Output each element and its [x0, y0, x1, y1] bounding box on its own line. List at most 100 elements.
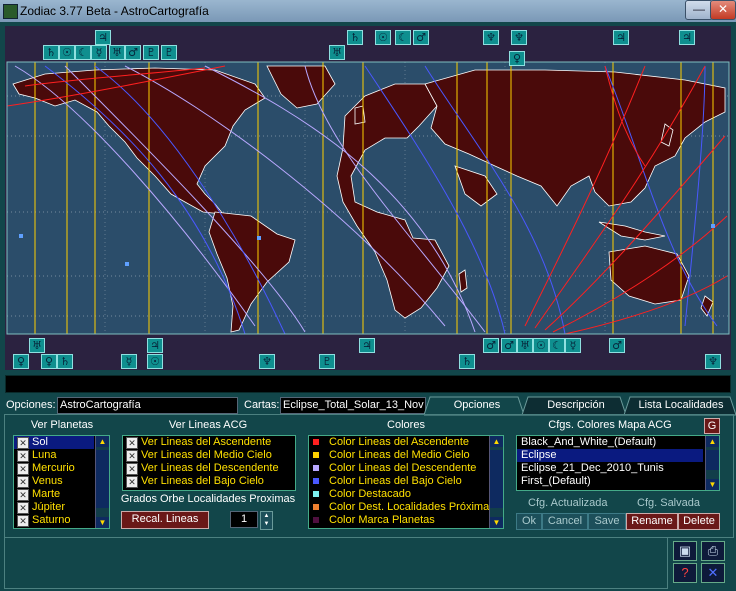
checkbox[interactable]: ✕ — [17, 502, 29, 514]
planet-item[interactable]: ✕ Marte — [14, 488, 94, 501]
checkbox[interactable]: ✕ — [17, 450, 29, 462]
planet-label: Júpiter — [32, 501, 66, 513]
cfg-g-button[interactable]: G — [704, 418, 720, 434]
scroll-down-icon[interactable]: ▼ — [706, 479, 719, 490]
moon-glyph-icon: ☾ — [549, 338, 565, 353]
orbe-stepper[interactable]: ▲ ▼ — [260, 511, 273, 530]
cfg-rename-button[interactable]: Rename — [626, 513, 678, 530]
acg-line-item[interactable]: ✕ Ver Lineas del Bajo Cielo — [123, 475, 293, 488]
neptune-glyph-icon: ♆ — [705, 354, 721, 369]
checkbox[interactable]: ✕ — [126, 476, 138, 488]
acg-line-label: Ver Lineas del Descendente — [141, 462, 279, 474]
tab-lista-localidades[interactable]: Lista Localidades — [628, 397, 734, 414]
world-map[interactable] — [5, 26, 731, 370]
scroll-up-icon[interactable]: ▲ — [706, 436, 719, 447]
color-item[interactable]: Color Lineas del Bajo Cielo — [309, 475, 487, 488]
cfg-label: Eclipse — [521, 449, 557, 461]
saturn-glyph-icon: ♄ — [347, 30, 363, 45]
cancel-x-icon[interactable]: ✕ — [701, 563, 725, 583]
cfg-cancel-button[interactable]: Cancel — [542, 513, 588, 530]
cfg-item[interactable]: Black_And_White_(Default) — [517, 436, 703, 449]
scrollbar[interactable]: ▲ ▼ — [489, 436, 503, 528]
color-item[interactable]: Color Lineas del Medio Cielo — [309, 449, 487, 462]
cfg-status-saved: Cfg. Salvada — [637, 497, 700, 509]
checkbox[interactable]: ✕ — [126, 450, 138, 462]
acg-map-panel: ♃ ♄ ☉ ☾ ☿ ♅ ♂ ♇ ♇ ♅ ♀ ♄ ☉ ☾ ♂ ♆ ♆ ♃ ♃ ♅ ♃ ♃ ♀ ♀ ♄ ☿ ☉ ♂ ♂ ♅ ☉ ☾ ☿ ♂ ♆ ♇ ♄ ♆ — [5, 26, 731, 370]
color-list[interactable]: Color Lineas del Ascendente Color Lineas … — [308, 435, 504, 529]
opciones-field[interactable]: AstroCartografía — [57, 397, 238, 414]
ver-lineas-title: Ver Lineas ACG — [168, 419, 248, 431]
close-button[interactable]: ✕ — [710, 0, 736, 20]
tab-opciones[interactable]: Opciones — [430, 397, 524, 414]
neptune-glyph-icon: ♆ — [483, 30, 499, 45]
sun-glyph-icon: ☉ — [533, 338, 549, 353]
cfg-ok-button[interactable]: Ok — [516, 513, 542, 530]
scroll-thumb[interactable] — [706, 450, 719, 470]
help-icon[interactable]: ? — [673, 563, 697, 583]
checkbox[interactable]: ✕ — [17, 437, 29, 449]
acg-line-item[interactable]: ✕ Ver Lineas del Ascendente — [123, 436, 293, 449]
color-item[interactable]: Color Lineas del Ascendente — [309, 436, 487, 449]
orbe-degrees-input[interactable]: 1 — [230, 511, 258, 528]
cfg-item[interactable]: Eclipse — [517, 449, 703, 462]
planet-item[interactable]: ✕ Luna — [14, 449, 94, 462]
stepper-down-icon[interactable]: ▼ — [261, 520, 272, 528]
color-item[interactable]: Color Dest. Localidades Próximas — [309, 501, 495, 514]
scrollbar[interactable]: ▲ ▼ — [95, 436, 109, 528]
checkbox[interactable]: ✕ — [126, 463, 138, 475]
sun-glyph-icon: ☉ — [375, 30, 391, 45]
planet-item[interactable]: ✕ Venus — [14, 475, 94, 488]
venus-glyph-icon: ♀ — [13, 354, 29, 369]
acg-line-item[interactable]: ✕ Ver Lineas del Medio Cielo — [123, 449, 293, 462]
sun-glyph-icon: ☉ — [59, 45, 75, 60]
checkbox[interactable]: ✕ — [17, 463, 29, 475]
scroll-thumb[interactable] — [96, 450, 109, 508]
color-item[interactable]: Color Marca Planetas — [309, 514, 487, 527]
scroll-down-icon[interactable]: ▼ — [96, 517, 109, 528]
mercury-glyph-icon: ☿ — [565, 338, 581, 353]
acg-line-label: Ver Lineas del Medio Cielo — [141, 449, 272, 461]
planet-item[interactable]: ✕ Mercurio — [14, 462, 94, 475]
color-item[interactable]: Color Destacado — [309, 488, 487, 501]
recalc-lines-button[interactable]: Recal. Lineas — [121, 511, 209, 529]
cfg-item[interactable]: Eclipse_21_Dec_2010_Tunis — [517, 462, 703, 475]
cfg-list[interactable]: Black_And_White_(Default) Eclipse Eclipse_… — [516, 435, 720, 491]
acg-lines-list[interactable]: ✕ Ver Lineas del Ascendente ✕ Ver Lineas de… — [122, 435, 296, 491]
save-disk-icon[interactable]: ▣ — [673, 541, 697, 561]
checkbox[interactable]: ✕ — [17, 515, 29, 527]
cfg-save-button[interactable]: Save — [588, 513, 626, 530]
stepper-up-icon[interactable]: ▲ — [261, 512, 272, 520]
mars-glyph-icon: ♂ — [413, 30, 429, 45]
planet-item[interactable]: ✕ Saturno — [14, 514, 94, 527]
cfg-delete-button[interactable]: Delete — [678, 513, 720, 530]
color-item[interactable]: Color Lineas del Descendente — [309, 462, 487, 475]
scroll-up-icon[interactable]: ▲ — [490, 436, 503, 447]
mercury-glyph-icon: ☿ — [91, 45, 107, 60]
acg-line-item[interactable]: ✕ Ver Lineas del Descendente — [123, 462, 293, 475]
scroll-up-icon[interactable]: ▲ — [96, 436, 109, 447]
mercury-glyph-icon: ☿ — [121, 354, 137, 369]
ver-planetas-title: Ver Planetas — [30, 419, 94, 431]
checkbox[interactable]: ✕ — [17, 489, 29, 501]
checkbox[interactable]: ✕ — [126, 437, 138, 449]
planet-item[interactable]: ✕ Júpiter — [14, 501, 94, 514]
planet-item[interactable]: ✕ Sol — [14, 436, 94, 449]
color-label: Color Lineas del Medio Cielo — [329, 449, 470, 461]
title-bar: Zodiac 3.77 Beta - AstroCartografía — ✕ — [0, 0, 736, 22]
cartas-field[interactable]: Eclipse_Total_Solar_13_Nov — [280, 397, 426, 414]
neptune-glyph-icon: ♆ — [511, 30, 527, 45]
print-icon[interactable]: ⎙ — [701, 541, 725, 561]
color-label: Color Destacado — [329, 488, 411, 500]
color-swatch — [313, 478, 319, 484]
checkbox[interactable]: ✕ — [17, 476, 29, 488]
planet-list[interactable]: ✕ Sol ✕ Luna ✕ Mercurio ✕ Venus ✕ Marte ✕ Júpiter ✕ S… — [13, 435, 110, 529]
tab-descripcion[interactable]: Descripción — [526, 397, 626, 414]
color-label: Color Lineas del Descendente — [329, 462, 477, 474]
minimize-button[interactable]: — — [685, 0, 713, 20]
scrollbar[interactable]: ▲ ▼ — [705, 436, 719, 490]
moon-glyph-icon: ☾ — [75, 45, 91, 60]
cfg-item[interactable]: First_(Default) — [517, 475, 703, 488]
scroll-thumb[interactable] — [490, 450, 503, 508]
scroll-down-icon[interactable]: ▼ — [490, 517, 503, 528]
app-icon — [3, 4, 18, 19]
